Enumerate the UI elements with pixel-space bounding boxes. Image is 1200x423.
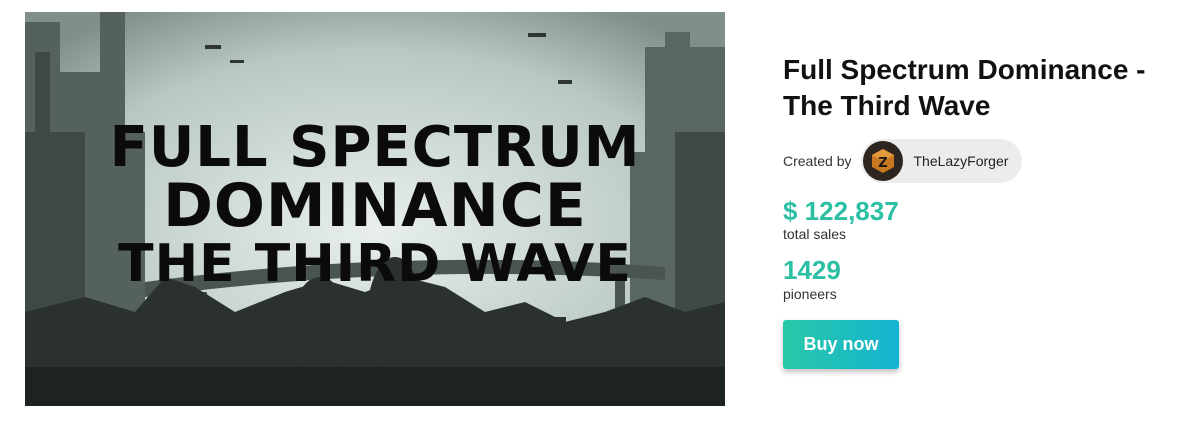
buy-now-button[interactable]: Buy now [783, 319, 899, 369]
total-sales-stat: $ 122,837 total sales [783, 197, 1183, 243]
product-title: Full Spectrum Dominance - The Third Wave [783, 52, 1183, 125]
pioneers-label: pioneers [783, 285, 837, 302]
creator-avatar: Z [863, 140, 904, 181]
avatar-letter: Z [879, 156, 888, 171]
hero-title-line-3: THE THIRD WAVE [118, 234, 632, 294]
created-by-label: Created by [783, 152, 852, 169]
hero-title-line-1: FULL SPECTRUM [109, 115, 641, 180]
creator-profile-link[interactable]: Z TheLazyForger [861, 138, 1023, 183]
pioneers-stat: 1429 pioneers [783, 256, 1183, 302]
hero-title: FULL SPECTRUM DOMINANCE THE THIRD WAVE [25, 115, 725, 294]
dice-logo-icon: Z [872, 148, 895, 173]
creator-row: Created by Z TheLazyForger [783, 138, 1183, 183]
product-info-panel: Full Spectrum Dominance - The Third Wave… [783, 52, 1183, 369]
total-sales-value: $ 122,837 [783, 195, 899, 226]
pioneers-value: 1429 [783, 255, 841, 286]
creator-name: TheLazyForger [913, 152, 1009, 169]
hero-title-line-2: DOMINANCE [163, 171, 587, 241]
product-hero-image[interactable]: FULL SPECTRUM DOMINANCE THE THIRD WAVE [25, 12, 725, 406]
product-title-line-2: The Third Wave [783, 90, 991, 122]
total-sales-label: total sales [783, 226, 847, 243]
product-title-line-1: Full Spectrum Dominance - [783, 54, 1146, 85]
